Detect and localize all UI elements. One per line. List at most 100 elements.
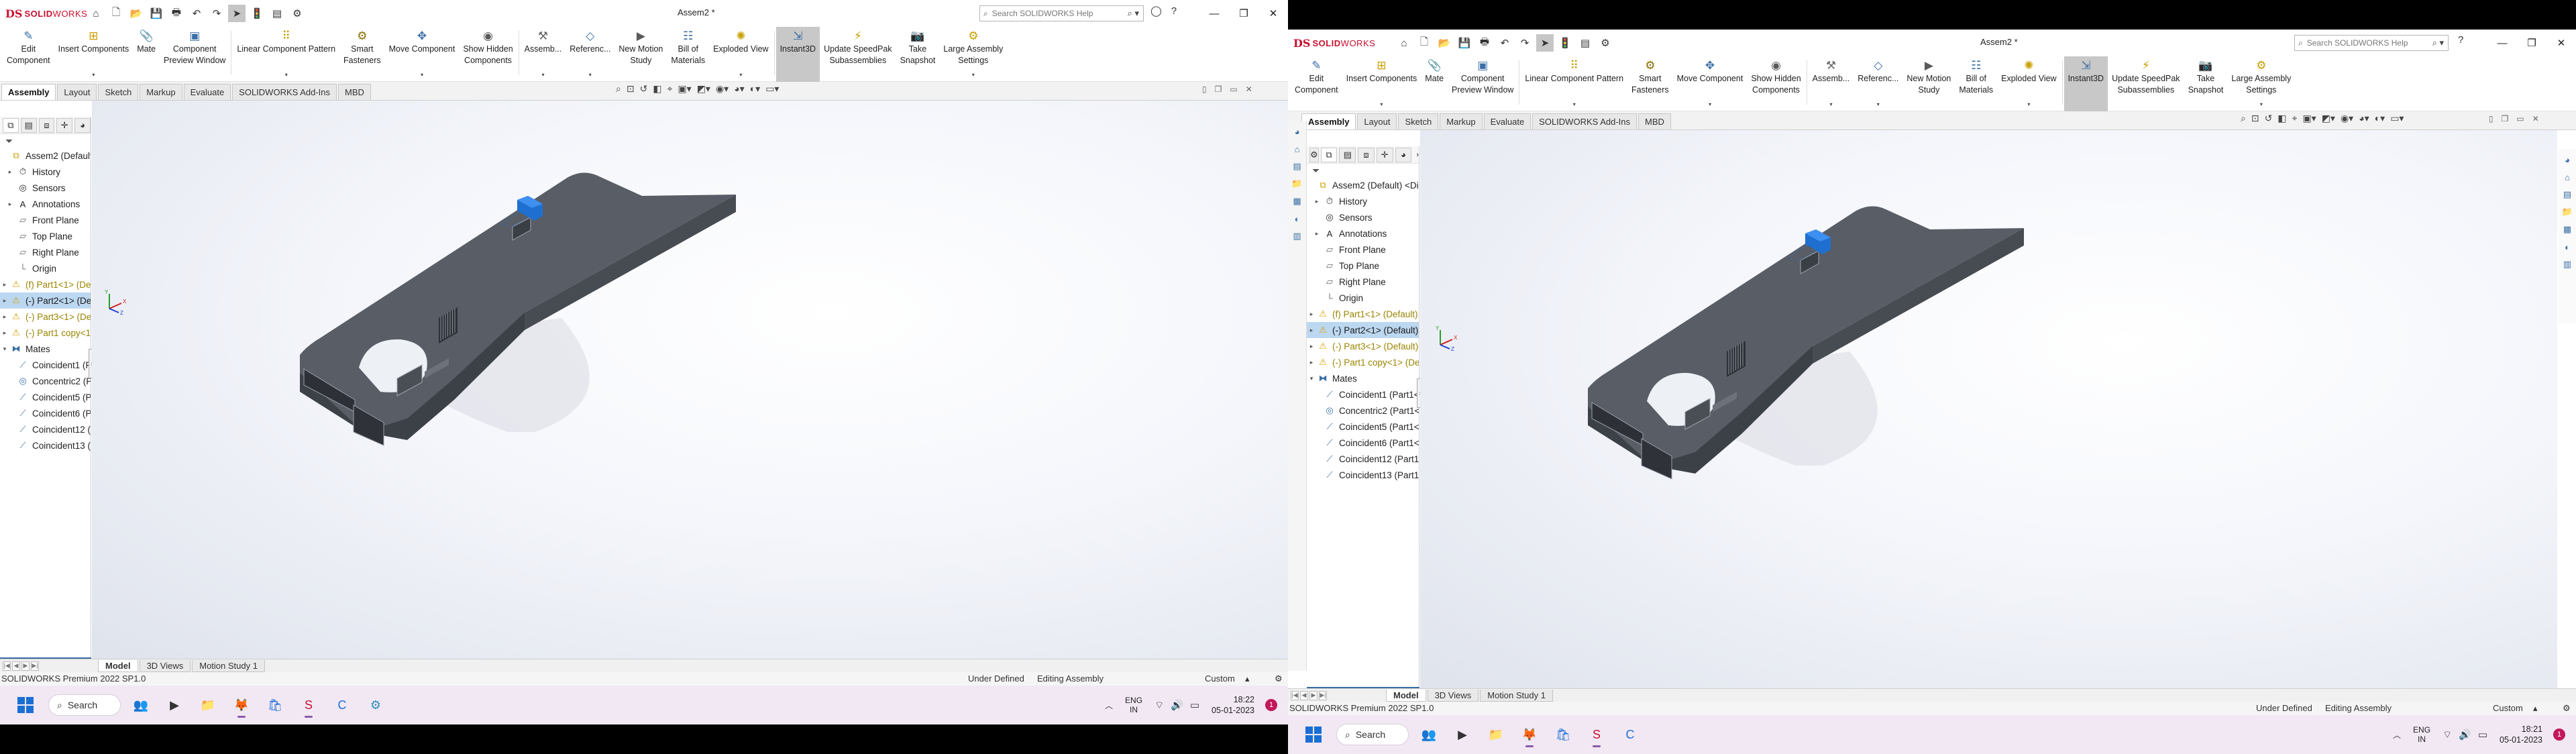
dynamic-annotation-icon[interactable]: ⌖ xyxy=(667,83,673,95)
hide-show-icon[interactable]: ◉▾ xyxy=(716,83,729,95)
feature-tree-tab-icon[interactable]: ⧉ xyxy=(3,117,19,133)
smart-fasteners-button[interactable]: ⚙ Smart Fasteners xyxy=(1627,56,1673,111)
store-icon[interactable]: 🛍 xyxy=(262,692,288,718)
display-style-icon[interactable]: ◩▾ xyxy=(2322,113,2335,124)
view-palette-icon[interactable]: ▦ xyxy=(2561,223,2574,236)
smart-fasteners-button[interactable]: ⚙ Smart Fasteners xyxy=(339,27,385,82)
tree-item[interactable]: ▱ Front Plane xyxy=(1307,241,1419,258)
insert-components-button[interactable]: ⊞ Insert Components ▾ xyxy=(1342,56,1421,111)
calendar-app-icon[interactable]: C xyxy=(329,692,356,718)
tree-item[interactable]: ▸⚠ (-) Part3<1> (Default) <<Def xyxy=(1307,338,1419,354)
tab-markup[interactable]: Markup xyxy=(140,84,182,100)
tab-assembly[interactable]: Assembly xyxy=(1,84,56,100)
file-explorer-pane-icon[interactable]: 📁 xyxy=(1291,177,1304,191)
firefox-icon[interactable]: 🦊 xyxy=(228,692,255,718)
assembly-model-3d[interactable] xyxy=(1420,130,2557,688)
home-icon[interactable]: ⌂ xyxy=(1395,34,1413,52)
insert-components-button[interactable]: ⊞ Insert Components ▾ xyxy=(54,27,133,82)
solidworks-logo[interactable]: DS SOLIDWORKS xyxy=(0,0,87,27)
design-library-icon[interactable]: ▤ xyxy=(2561,188,2574,201)
user-account-icon[interactable]: ◯ xyxy=(1150,5,1162,17)
appearances-icon[interactable]: ◐ xyxy=(1291,212,1304,225)
dropdown-arrow-icon[interactable]: ▾ xyxy=(1709,99,1711,110)
media-player-icon[interactable]: ▶ xyxy=(161,692,188,718)
tree-item[interactable]: ⧉ Assem2 (Default) <Display State-1> xyxy=(1307,177,1419,193)
tree-item[interactable]: ◎ Sensors xyxy=(1307,209,1419,225)
tab-solidworks-add-ins[interactable]: SOLIDWORKS Add-Ins xyxy=(1532,113,1637,129)
tree-item[interactable]: ⟋ Coincident12 (Part1<1>,Part1 xyxy=(0,421,91,437)
tree-item[interactable]: ▾ ⧓ Mates xyxy=(0,341,91,357)
design-library-icon[interactable]: ▤ xyxy=(1291,160,1304,173)
tree-item[interactable]: ▱ Right Plane xyxy=(1307,274,1419,290)
viewport-close-icon[interactable]: ✕ xyxy=(2532,114,2539,123)
tree-item[interactable]: ▸ ⏱ History xyxy=(1307,193,1419,209)
speedpak-button[interactable]: ⚡ Update SpeedPak Subassemblies xyxy=(2108,56,2184,111)
mate-button[interactable]: 📎 Mate xyxy=(133,27,160,82)
media-player-icon[interactable]: ▶ xyxy=(1449,721,1476,748)
tab-assembly[interactable]: Assembly xyxy=(1301,113,1356,129)
first-tab-icon[interactable]: |◀ xyxy=(1291,690,1299,700)
dropdown-arrow-icon[interactable]: ▾ xyxy=(421,69,423,80)
tree-item[interactable]: └ Origin xyxy=(1307,290,1419,306)
configuration-manager-tab-icon[interactable]: ⧈ xyxy=(1358,147,1375,162)
undo-icon[interactable]: ↶ xyxy=(188,5,205,22)
tree-item[interactable]: ⟋ Coincident1 (Part1<1>,Part2< xyxy=(1307,386,1419,402)
wifi-icon[interactable]: ⌔ xyxy=(1155,699,1164,712)
print-icon[interactable]: 🖶 xyxy=(1476,34,1493,52)
tree-item[interactable]: ◎ Sensors xyxy=(0,180,91,196)
expand-arrow-icon[interactable]: ▸ xyxy=(1307,343,1316,350)
select-arrow-icon[interactable]: ➤ xyxy=(1536,34,1554,52)
help-icon[interactable]: ? xyxy=(1171,5,1177,17)
dimxpert-tab-icon[interactable]: ✛ xyxy=(56,117,73,133)
mate-button[interactable]: 📎 Mate xyxy=(1421,56,1448,111)
large-assembly-button[interactable]: ⚙ Large Assembly Settings ▾ xyxy=(939,27,1007,82)
help-icon[interactable]: ? xyxy=(2458,34,2463,46)
dropdown-arrow-icon[interactable]: ▾ xyxy=(739,69,742,80)
tree-item[interactable]: ▱ Top Plane xyxy=(1307,258,1419,274)
notification-badge[interactable]: 1 xyxy=(2553,729,2565,741)
units-selector[interactable]: Custom xyxy=(2493,703,2523,713)
home-icon[interactable]: ⌂ xyxy=(87,5,105,22)
bottom-tab-model[interactable]: Model xyxy=(98,659,138,672)
tree-item[interactable]: ▸⚠ (-) Part1 copy<1> (Default) < xyxy=(0,325,91,341)
print-icon[interactable]: 🖶 xyxy=(168,5,185,22)
zoom-area-icon[interactable]: ⊡ xyxy=(627,83,635,95)
zoom-to-fit-icon[interactable]: ⌕ xyxy=(616,83,621,95)
move-component-button[interactable]: ✥ Move Component ▾ xyxy=(1673,56,1748,111)
tree-item[interactable]: ▸ A Annotations xyxy=(0,196,91,212)
solidworks-logo[interactable]: DS SOLIDWORKS xyxy=(1288,30,1375,56)
tree-item[interactable]: ⟋ Coincident5 (Part1<1>,Part3< xyxy=(0,389,91,405)
viewport-maximize-icon[interactable]: ▭ xyxy=(1230,85,1237,94)
tree-item[interactable]: ⧉ Assem2 (Default) <Display State-1> xyxy=(0,148,91,164)
file-explorer-icon[interactable]: 📁 xyxy=(195,692,221,718)
expand-tabs-icon[interactable]: › xyxy=(1416,151,1419,159)
redo-icon[interactable]: ↷ xyxy=(208,5,225,22)
dropdown-arrow-icon[interactable]: ▾ xyxy=(285,69,288,80)
solidworks-taskbar-icon[interactable]: S xyxy=(295,692,322,718)
prev-tab-icon[interactable]: ◀ xyxy=(12,661,20,671)
help-search-input[interactable]: ⌕ Search SOLIDWORKS Help ⌕ ▾ xyxy=(979,5,1144,21)
taskbar-search[interactable]: ⌕ Search xyxy=(1336,724,1409,745)
next-tab-icon[interactable]: ▶ xyxy=(21,661,30,671)
tree-item[interactable]: ⟋ Coincident13 (Part1<1>,Part1 xyxy=(1307,467,1419,483)
rebuild-icon[interactable]: 🚦 xyxy=(248,5,266,22)
taskbar-clock[interactable]: 18:21 05-01-2023 xyxy=(2500,724,2542,745)
tree-item[interactable]: ◎ Concentric2 (Part1<1>,Part2< xyxy=(1307,402,1419,419)
units-selector[interactable]: Custom xyxy=(1205,674,1235,684)
dynamic-annotation-icon[interactable]: ⌖ xyxy=(2292,113,2298,124)
language-indicator[interactable]: ENG IN xyxy=(1125,696,1142,714)
assembly-features-button[interactable]: ⚒ Assemb... ▾ xyxy=(521,27,566,82)
viewport-maximize-icon[interactable]: ▭ xyxy=(2516,114,2524,123)
tree-item[interactable]: ⟋ Coincident12 (Part1<1>,Part1 xyxy=(1307,451,1419,467)
bottom-tab-motion-study-1[interactable]: Motion Study 1 xyxy=(192,659,265,672)
options-gear-icon[interactable]: ⚙ xyxy=(288,5,306,22)
firefox-icon[interactable]: 🦊 xyxy=(1516,721,1543,748)
bottom-tab-motion-study-1[interactable]: Motion Study 1 xyxy=(1480,689,1553,702)
new-file-icon[interactable]: 🗋 xyxy=(1415,34,1433,52)
show-hidden-button[interactable]: ◉ Show Hidden Components xyxy=(459,27,517,82)
tree-item[interactable]: ⟋ Coincident13 (Part1<1>,Part1 xyxy=(0,437,91,453)
volume-icon[interactable]: 🔊 xyxy=(1171,699,1183,712)
volume-icon[interactable]: 🔊 xyxy=(2459,729,2471,741)
close-icon[interactable]: ✕ xyxy=(2546,30,2576,56)
save-icon[interactable]: 💾 xyxy=(148,5,165,22)
